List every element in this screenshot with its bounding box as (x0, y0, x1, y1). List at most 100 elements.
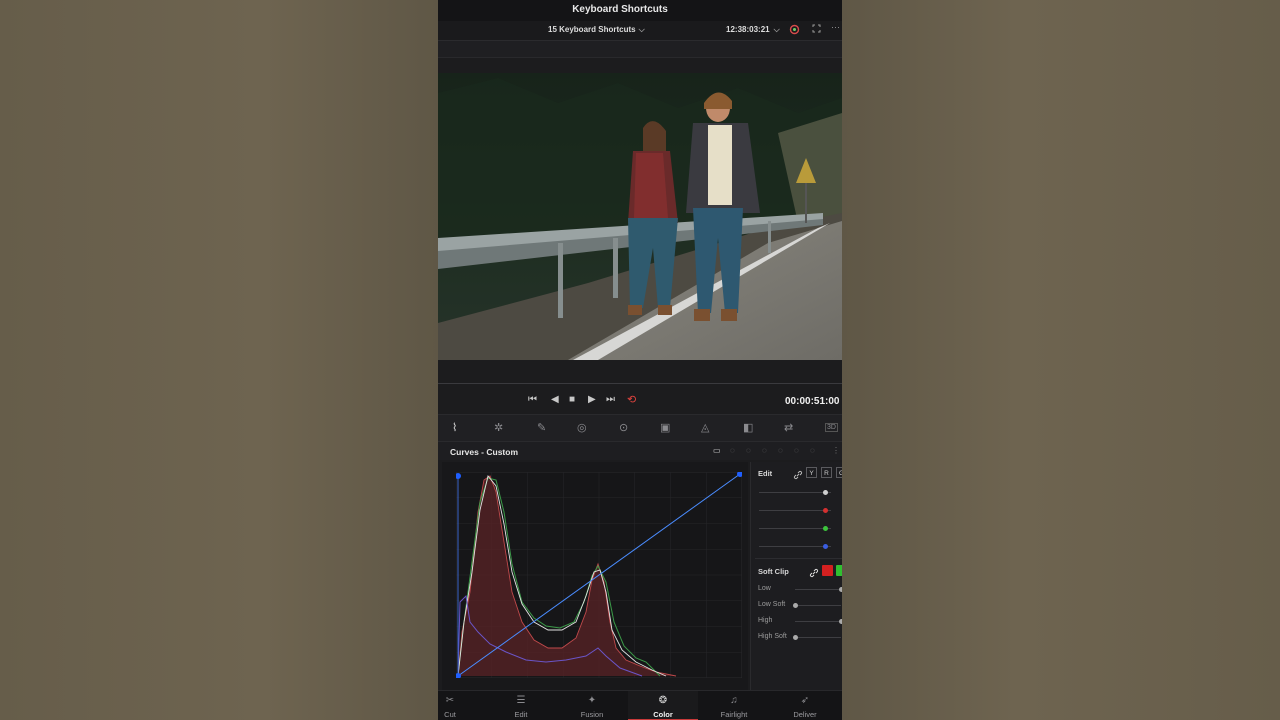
soft-clip-link-icon[interactable] (809, 565, 819, 583)
fairlight-page-icon: ♫ (730, 695, 738, 706)
curves-graph-panel (442, 462, 748, 690)
color-page-icon: ❂ (658, 695, 668, 706)
window-title: Keyboard Shortcuts (572, 4, 668, 15)
curves-mode-sat-sat-icon[interactable]: ◌ (794, 446, 799, 455)
palette-color-warper-icon[interactable]: ✲ (494, 421, 503, 434)
source-timecode: 12:38:03:21 (726, 25, 770, 34)
curves-mode-hue-hue-icon[interactable]: ◌ (730, 446, 735, 455)
channel-g-button[interactable]: G (836, 467, 842, 478)
blue-intensity-slider[interactable] (759, 546, 831, 547)
palette-qualifier-icon[interactable]: ✎ (537, 421, 546, 434)
green-intensity-slider[interactable] (759, 528, 831, 529)
video-viewer[interactable] (438, 73, 842, 360)
palette-magic-mask-icon[interactable]: ▣ (660, 421, 670, 434)
page-label: Edit (514, 710, 528, 719)
soft-clip-label: Soft Clip (758, 567, 789, 576)
green-slider-knob[interactable] (822, 526, 828, 531)
soft-clip-low-soft-knob[interactable] (792, 603, 798, 608)
page-label: Color (653, 710, 673, 719)
curves-mode-lum-sat-icon[interactable]: ◌ (778, 446, 783, 455)
chevron-down-icon: ⌵ (773, 25, 780, 34)
palette-window-icon[interactable]: ◎ (577, 421, 587, 434)
edit-label: Edit (758, 469, 773, 478)
custom-curve-editor[interactable] (456, 472, 742, 678)
page-navigation-bar: ✂ Cut ☰ Edit ✦ Fusion ❂ Color ♫ Fairligh… (438, 690, 842, 720)
chevron-down-icon: ⌵ (638, 25, 645, 34)
soft-clip-low-slider[interactable] (795, 589, 841, 590)
red-intensity-slider[interactable] (759, 510, 831, 511)
soft-clip-low-label: Low (758, 585, 771, 592)
curves-mode-custom-icon[interactable]: ▭ (713, 446, 721, 455)
page-tab-fairlight[interactable]: ♫ Fairlight (699, 691, 769, 720)
timeline-scrubber[interactable] (438, 380, 842, 386)
backdrop-right (842, 0, 1280, 720)
soft-clip-low-knob[interactable] (838, 587, 842, 592)
channel-y-button[interactable]: Y (806, 467, 817, 478)
loop-icon[interactable]: ⟲ (627, 393, 636, 406)
skip-to-end-icon[interactable]: ⏭ (606, 394, 615, 405)
clip-name-dropdown[interactable]: 15 Keyboard Shortcuts ⌵ (548, 25, 645, 35)
page-label: Cut (444, 710, 456, 719)
soft-clip-low-soft-slider[interactable] (795, 605, 841, 606)
backdrop-left (0, 0, 438, 720)
page-tab-edit[interactable]: ☰ Edit (486, 691, 556, 720)
palette-toolbar: ⌇ ✲ ✎ ◎ ⊙ ▣ ◬ ◧ ⇄ 3D (438, 414, 842, 442)
palette-sizing-icon[interactable]: ⇄ (784, 421, 793, 434)
panel-divider (755, 558, 842, 559)
palette-curves-icon[interactable]: ⌇ (452, 421, 457, 434)
soft-clip-high-slider[interactable] (795, 621, 841, 622)
palette-blur-icon[interactable]: ◬ (701, 421, 709, 434)
edit-page-icon: ☰ (516, 695, 526, 706)
page-label: Deliver (793, 710, 817, 719)
soft-clip-high-knob[interactable] (838, 619, 842, 624)
soft-clip-high-soft-label: High Soft (758, 633, 787, 640)
fusion-page-icon: ✦ (587, 695, 597, 706)
curves-side-panel: Edit Y R G Soft Clip Low Low Soft High H… (750, 462, 842, 690)
resolve-window: Keyboard Shortcuts 15 Keyboard Shortcuts… (438, 0, 842, 720)
clip-name: 15 Keyboard Shortcuts (548, 25, 636, 34)
skip-to-start-icon[interactable]: ⏮ (528, 394, 537, 405)
video-frame (438, 73, 842, 360)
curves-mode-hue-lum-icon[interactable]: ◌ (762, 446, 767, 455)
curves-title: Curves - Custom (450, 447, 519, 457)
fullscreen-icon[interactable] (812, 24, 821, 35)
page-label: Fusion (580, 710, 604, 719)
cut-page-icon: ✂ (445, 695, 455, 706)
page-tab-fusion[interactable]: ✦ Fusion (557, 691, 627, 720)
palette-3d-icon[interactable]: 3D (825, 423, 838, 432)
highlight-icon[interactable] (789, 24, 800, 37)
viewer-toolstrip (438, 41, 842, 58)
curves-menu-icon[interactable]: ⋮ (832, 446, 840, 455)
viewer-header: 15 Keyboard Shortcuts ⌵ 12:38:03:21 ⌵ ··· (438, 21, 842, 41)
luma-intensity-slider[interactable] (759, 492, 831, 493)
source-timecode-dropdown[interactable]: 12:38:03:21 ⌵ (726, 25, 780, 35)
page-tab-cut[interactable]: ✂ Cut (438, 691, 485, 720)
curves-mode-hue-sat-icon[interactable]: ◌ (746, 446, 751, 455)
curves-header: Curves - Custom ▭ ◌ ◌ ◌ ◌ ◌ ◌ ⋮ (438, 442, 842, 460)
page-tab-color[interactable]: ❂ Color (628, 691, 698, 720)
link-icon[interactable] (793, 467, 803, 485)
red-slider-knob[interactable] (822, 508, 828, 513)
soft-clip-red-chip[interactable] (822, 565, 833, 576)
palette-key-icon[interactable]: ◧ (743, 421, 753, 434)
soft-clip-high-soft-slider[interactable] (795, 637, 841, 638)
page-tab-deliver[interactable]: ➶ Deliver (770, 691, 840, 720)
palette-tracker-icon[interactable]: ⊙ (619, 421, 628, 434)
title-bar: Keyboard Shortcuts (438, 0, 842, 21)
curves-mode-sat-lum-icon[interactable]: ◌ (810, 446, 815, 455)
transport-controls: ⏮ ◀ ■ ▶ ⏭ ⟲ 00:00:51:00 (438, 392, 842, 412)
play-icon[interactable]: ▶ (588, 394, 596, 405)
page-label: Fairlight (720, 710, 748, 719)
blue-slider-knob[interactable] (822, 544, 828, 549)
soft-clip-high-soft-knob[interactable] (792, 635, 798, 640)
luma-slider-knob[interactable] (822, 490, 828, 495)
more-options-icon[interactable]: ··· (831, 22, 840, 32)
playhead-timecode: 00:00:51:00 (785, 396, 840, 407)
scrubber-track (438, 383, 842, 384)
channel-r-button[interactable]: R (821, 467, 832, 478)
stop-icon[interactable]: ■ (569, 394, 575, 405)
soft-clip-green-chip[interactable] (836, 565, 842, 576)
soft-clip-low-soft-label: Low Soft (758, 601, 786, 608)
step-back-icon[interactable]: ◀ (551, 394, 559, 405)
soft-clip-high-label: High (758, 617, 773, 624)
